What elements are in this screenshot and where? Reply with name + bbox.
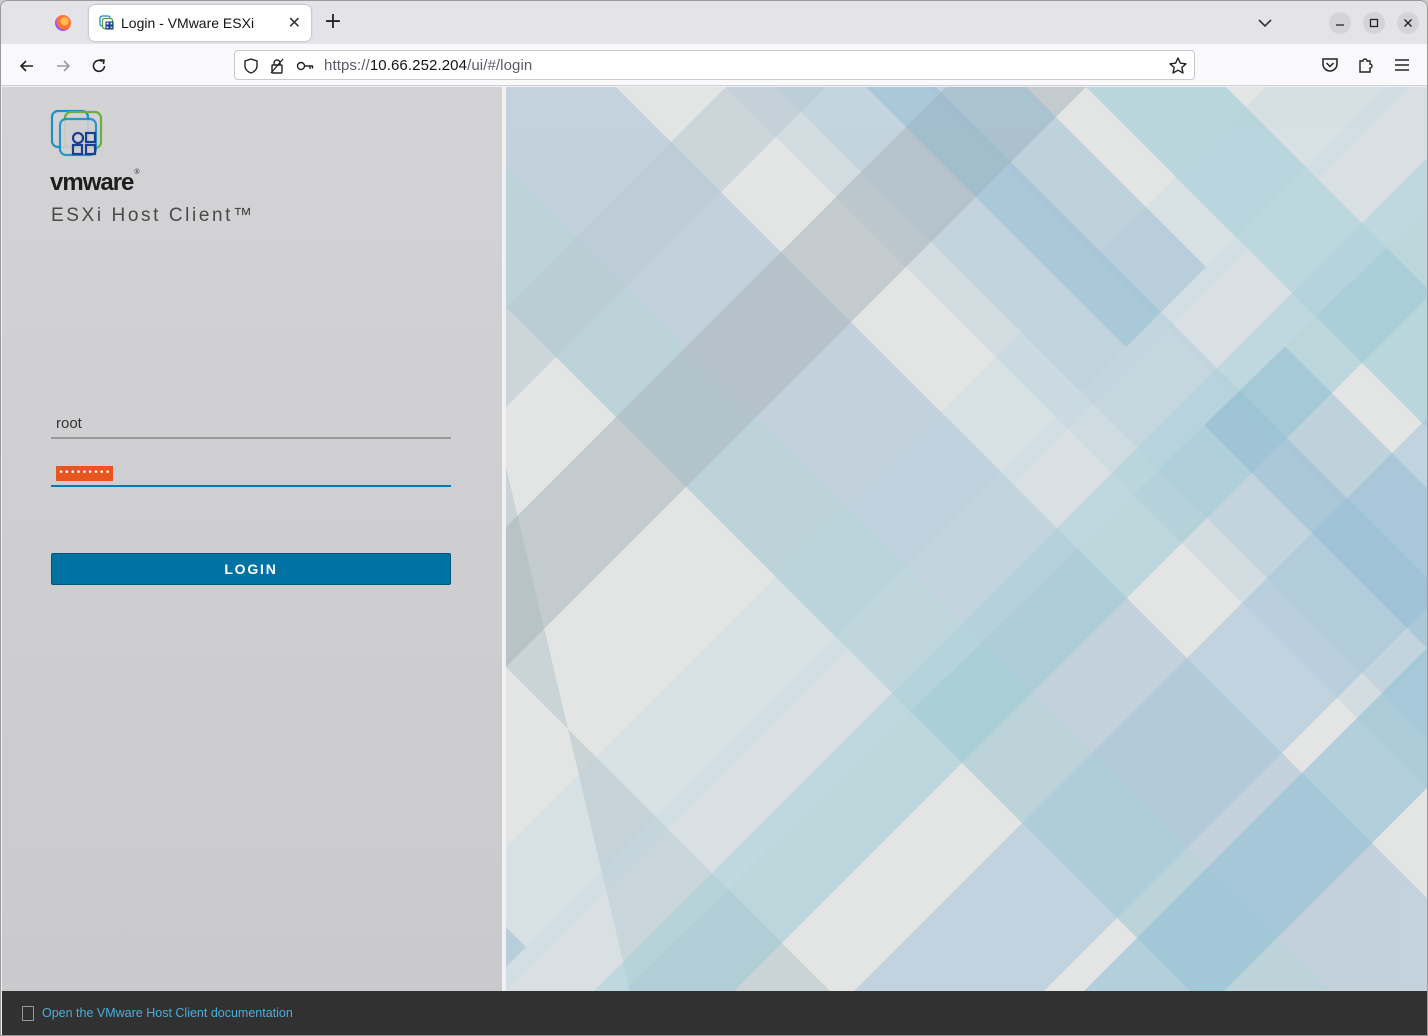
background-pattern bbox=[506, 87, 1427, 991]
vmware-favicon-icon bbox=[99, 15, 114, 30]
address-bar[interactable]: https://10.66.252.204/ui/#/login bbox=[234, 50, 1195, 80]
page-footer: Open the VMware Host Client documentatio… bbox=[2, 991, 1427, 1035]
forward-button[interactable] bbox=[49, 52, 77, 80]
firefox-icon bbox=[55, 15, 71, 31]
minimize-icon bbox=[1336, 24, 1344, 26]
page-content: vmware® ESXi Host Client™ ••••••••• LOGI… bbox=[2, 87, 1427, 991]
maximize-icon bbox=[1369, 18, 1379, 28]
list-all-tabs-icon[interactable] bbox=[1253, 11, 1277, 35]
tab-bar: Login - VMware ESXi ✕ + bbox=[1, 1, 1427, 44]
documentation-link[interactable]: Open the VMware Host Client documentatio… bbox=[42, 1006, 293, 1020]
vmware-wordmark: vmware® bbox=[50, 169, 140, 196]
close-tab-icon[interactable]: ✕ bbox=[288, 13, 301, 32]
back-button[interactable] bbox=[13, 52, 41, 80]
reload-icon bbox=[92, 59, 106, 73]
arrow-left-icon bbox=[19, 60, 33, 72]
key-icon[interactable] bbox=[296, 57, 314, 75]
new-tab-button[interactable]: + bbox=[319, 9, 347, 37]
close-window-button[interactable] bbox=[1397, 12, 1419, 34]
insecure-lock-icon[interactable] bbox=[268, 57, 286, 75]
bookmark-star-icon[interactable] bbox=[1168, 56, 1188, 76]
app-menu-button[interactable] bbox=[1391, 54, 1413, 76]
plaid-pattern-graphic bbox=[506, 87, 1427, 991]
login-panel: vmware® ESXi Host Client™ ••••••••• LOGI… bbox=[2, 87, 504, 991]
url-prefix: https:// bbox=[324, 57, 370, 74]
pocket-icon bbox=[1322, 58, 1338, 72]
browser-window: Login - VMware ESXi ✕ + https://10.66.25… bbox=[0, 0, 1428, 1036]
product-title: ESXi Host Client™ bbox=[51, 205, 255, 226]
password-masked-value: ••••••••• bbox=[56, 466, 113, 481]
pocket-button[interactable] bbox=[1319, 54, 1341, 76]
url-host: 10.66.252.204 bbox=[369, 57, 468, 74]
username-field[interactable] bbox=[51, 409, 451, 439]
reload-button[interactable] bbox=[85, 52, 113, 80]
document-icon bbox=[22, 1006, 34, 1021]
navigation-bar: https://10.66.252.204/ui/#/login bbox=[1, 44, 1427, 86]
puzzle-icon bbox=[1359, 58, 1373, 73]
vmware-product-logo-icon bbox=[50, 109, 103, 157]
url-path: /ui/#/login bbox=[467, 57, 533, 74]
login-button[interactable]: LOGIN bbox=[51, 553, 451, 585]
tracking-protection-shield-icon[interactable] bbox=[242, 57, 260, 75]
extensions-button[interactable] bbox=[1355, 54, 1377, 76]
tab-title: Login - VMware ESXi bbox=[121, 15, 255, 31]
minimize-button[interactable] bbox=[1329, 12, 1351, 34]
maximize-button[interactable] bbox=[1363, 12, 1385, 34]
firefox-view-tab[interactable] bbox=[45, 7, 81, 39]
url-text[interactable]: https://10.66.252.204/ui/#/login bbox=[324, 57, 532, 74]
hamburger-menu-icon bbox=[1395, 59, 1409, 71]
close-icon bbox=[1404, 19, 1412, 27]
tab-login[interactable]: Login - VMware ESXi ✕ bbox=[89, 5, 311, 41]
arrow-right-icon bbox=[57, 60, 71, 72]
